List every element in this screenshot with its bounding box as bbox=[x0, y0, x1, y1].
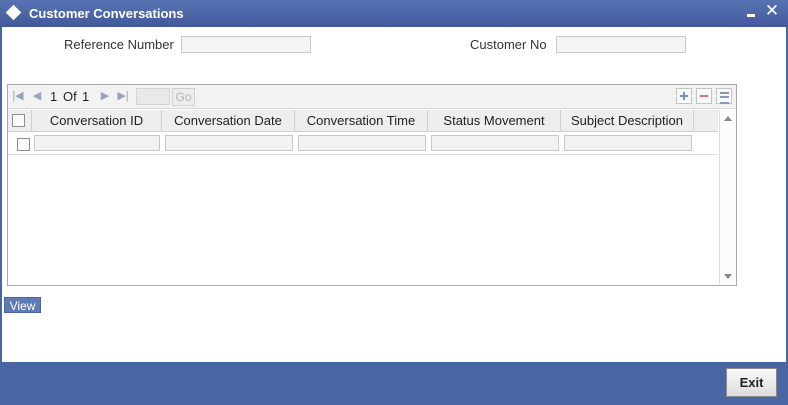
customer-no-label: Customer No bbox=[470, 37, 547, 52]
grid-toolbar: |◀ ◀ 1 Of 1 ▶ ▶| Go bbox=[8, 85, 736, 109]
window-title: Customer Conversations bbox=[29, 6, 184, 21]
conversations-grid: |◀ ◀ 1 Of 1 ▶ ▶| Go Conversation ID Conv… bbox=[7, 84, 737, 286]
conversation-date-cell[interactable] bbox=[165, 135, 293, 151]
grid-header-row: Conversation ID Conversation Date Conver… bbox=[8, 110, 718, 132]
window-diamond-icon bbox=[5, 4, 22, 21]
title-bar: Customer Conversations ✕ bbox=[0, 0, 788, 27]
row-select-checkbox[interactable] bbox=[17, 138, 30, 151]
conversation-id-cell[interactable] bbox=[34, 135, 160, 151]
next-page-icon[interactable]: ▶ bbox=[98, 88, 112, 104]
reference-number-field[interactable] bbox=[181, 36, 311, 53]
main-content: Reference Number Customer No |◀ ◀ 1 Of 1… bbox=[2, 27, 786, 362]
view-button[interactable]: View bbox=[4, 297, 41, 313]
reference-number-label: Reference Number bbox=[64, 37, 174, 52]
minus-icon[interactable] bbox=[696, 88, 712, 104]
first-page-icon[interactable]: |◀ bbox=[11, 88, 25, 104]
select-all-checkbox[interactable] bbox=[12, 114, 25, 127]
columns-icon[interactable] bbox=[716, 88, 732, 104]
column-header-conversation-id[interactable]: Conversation ID bbox=[32, 110, 162, 132]
page-of-label: Of bbox=[63, 89, 77, 104]
minimize-icon[interactable] bbox=[746, 7, 758, 19]
customer-no-field[interactable] bbox=[556, 36, 686, 53]
conversation-time-cell[interactable] bbox=[298, 135, 426, 151]
exit-button[interactable]: Exit bbox=[726, 368, 777, 397]
column-header-status-movement[interactable]: Status Movement bbox=[428, 110, 561, 132]
scroll-up-icon[interactable] bbox=[724, 116, 732, 121]
table-row bbox=[8, 133, 718, 155]
page-number-input[interactable] bbox=[136, 88, 170, 105]
close-icon[interactable]: ✕ bbox=[764, 2, 780, 20]
plus-icon[interactable] bbox=[676, 88, 692, 104]
column-header-conversation-date[interactable]: Conversation Date bbox=[162, 110, 295, 132]
prev-page-icon[interactable]: ◀ bbox=[30, 88, 44, 104]
subject-description-cell[interactable] bbox=[564, 135, 692, 151]
column-header-subject-description[interactable]: Subject Description bbox=[561, 110, 694, 132]
vertical-scrollbar[interactable] bbox=[719, 110, 736, 285]
current-page: 1 bbox=[50, 89, 58, 104]
total-pages: 1 bbox=[82, 89, 90, 104]
last-page-icon[interactable]: ▶| bbox=[116, 88, 130, 104]
status-movement-cell[interactable] bbox=[431, 135, 559, 151]
column-header-conversation-time[interactable]: Conversation Time bbox=[295, 110, 428, 132]
customer-conversations-window: Customer Conversations ✕ Reference Numbe… bbox=[0, 0, 788, 405]
go-button[interactable]: Go bbox=[172, 88, 195, 106]
scroll-down-icon[interactable] bbox=[724, 274, 732, 279]
